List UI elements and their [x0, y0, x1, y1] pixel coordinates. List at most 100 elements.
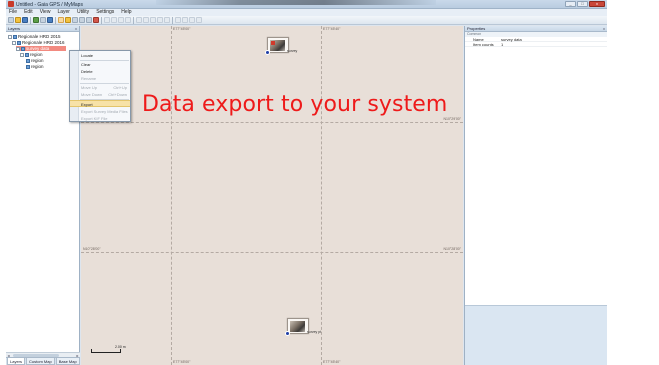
tab-layers[interactable]: Layers: [7, 358, 26, 365]
refresh-icon[interactable]: [93, 17, 99, 23]
import-icon[interactable]: [40, 17, 46, 23]
checkbox-icon[interactable]: [16, 46, 20, 51]
layer-tree-item[interactable]: region: [26, 64, 44, 69]
menu-item-export-kif[interactable]: Export KIF File: [70, 115, 130, 122]
menu-item-rename[interactable]: Rename: [70, 75, 130, 82]
draw-polygon-icon[interactable]: [118, 17, 124, 23]
menu-item-export[interactable]: Export: [70, 100, 130, 107]
info-icon[interactable]: [182, 17, 188, 23]
layer-tree-item[interactable]: Regionale HRD 2015: [8, 34, 61, 39]
layer-context-menu: Locate Clear Delete Rename Move Up Ctrl+U…: [69, 50, 131, 122]
menu-item-label: Export: [81, 102, 93, 107]
grid-line: [81, 252, 463, 253]
tab-base-map[interactable]: Base Map: [55, 358, 80, 365]
maximize-button[interactable]: □: [577, 1, 588, 7]
menu-bar: File Edit View Layer Utility Settings He…: [6, 9, 607, 16]
layer-tree-item[interactable]: region: [20, 52, 43, 57]
gps-icon[interactable]: [47, 17, 53, 23]
toolbar-separator: [133, 16, 134, 24]
select-tool-icon[interactable]: [58, 17, 64, 23]
move-icon[interactable]: [143, 17, 149, 23]
coord-label: E77°45'00": [173, 360, 191, 364]
flag-icon: [271, 41, 275, 45]
menu-item-locate[interactable]: Locate: [70, 52, 130, 59]
minimize-button[interactable]: _: [565, 1, 576, 7]
edit-vertex-icon[interactable]: [136, 17, 142, 23]
map-icon: [13, 34, 17, 39]
coord-label: N10°28'00": [443, 247, 461, 251]
measure-icon[interactable]: [125, 17, 131, 23]
rotate-icon[interactable]: [150, 17, 156, 23]
properties-panel-title: Properties: [467, 26, 486, 31]
menu-edit[interactable]: Edit: [24, 9, 33, 16]
layer-tree-item-selected[interactable]: survey data: [16, 46, 66, 51]
tab-custom-map[interactable]: Custom Map: [26, 358, 55, 365]
menu-item-label: Move Down: [81, 92, 103, 97]
draw-point-icon[interactable]: [104, 17, 110, 23]
toolbar-separator: [55, 16, 56, 24]
menu-item-delete[interactable]: Delete: [70, 68, 130, 75]
menu-item-label: Locate: [81, 53, 94, 58]
layers-panel-title: Layers: [8, 26, 21, 31]
photo-marker[interactable]: survey: [265, 37, 297, 55]
menu-shortcut: Ctrl+Down: [108, 92, 127, 97]
layer-label: region: [30, 52, 43, 57]
checkbox-icon[interactable]: [12, 40, 16, 45]
menu-utility[interactable]: Utility: [77, 9, 89, 16]
zoom-extent-icon[interactable]: [86, 17, 92, 23]
menu-settings[interactable]: Settings: [96, 9, 114, 16]
close-icon[interactable]: x: [603, 26, 605, 32]
layer-icon: [25, 52, 29, 57]
grid-line: [81, 122, 463, 123]
coord-label: N10°28'00": [83, 247, 101, 251]
folder-icon: [17, 40, 21, 45]
snap-icon[interactable]: [175, 17, 181, 23]
menu-help[interactable]: Help: [121, 9, 131, 16]
undo-icon[interactable]: [189, 17, 195, 23]
redo-icon[interactable]: [196, 17, 202, 23]
menu-layer[interactable]: Layer: [57, 9, 70, 16]
save-icon[interactable]: [22, 17, 28, 23]
property-value[interactable]: 1: [499, 42, 503, 47]
layer-tree-item[interactable]: region: [26, 58, 44, 63]
zoom-out-icon[interactable]: [79, 17, 85, 23]
split-icon[interactable]: [157, 17, 163, 23]
pan-tool-icon[interactable]: [65, 17, 71, 23]
layer-label: Regionale HRD 2015: [18, 34, 61, 39]
add-layer-icon[interactable]: [33, 17, 39, 23]
menu-file[interactable]: File: [9, 9, 17, 16]
property-key: Name: [473, 37, 484, 42]
property-row[interactable]: Item counts 1: [465, 42, 607, 47]
scale-label: 2.00 m: [115, 345, 126, 349]
menu-item-move-up[interactable]: Move Up Ctrl+Up: [70, 84, 130, 91]
new-icon[interactable]: [8, 17, 14, 23]
pin-icon: [265, 50, 270, 55]
title-bar-shade: [156, 0, 436, 5]
photo-marker[interactable]: survey pt: [285, 318, 321, 336]
layers-bottom-tabs: Layers Custom Map Base Map: [6, 357, 80, 365]
zoom-in-icon[interactable]: [72, 17, 78, 23]
menu-item-move-down[interactable]: Move Down Ctrl+Down: [70, 91, 130, 98]
marker-label: survey: [287, 49, 298, 53]
close-icon[interactable]: x: [75, 26, 77, 32]
map-canvas[interactable]: E77°45'00" E77°45'40" E77°45'00" E77°45'…: [81, 26, 463, 365]
layer-label: survey data: [26, 46, 50, 51]
overlay-caption: Data export to your system: [142, 92, 448, 117]
layer-tree-item[interactable]: Regionale HRD 2016: [12, 40, 65, 45]
open-folder-icon[interactable]: [15, 17, 21, 23]
merge-icon[interactable]: [164, 17, 170, 23]
coord-label: E77°45'00": [173, 27, 191, 31]
layer-label: Regionale HRD 2016: [22, 40, 65, 45]
menu-view[interactable]: View: [40, 9, 51, 16]
draw-line-icon[interactable]: [111, 17, 117, 23]
toolbar-separator: [101, 16, 102, 24]
menu-item-export-media[interactable]: Export Survey Media Files: [70, 108, 130, 115]
grid-line: [171, 26, 172, 365]
close-button[interactable]: x: [589, 1, 605, 7]
layer-icon: [26, 64, 30, 69]
checkbox-icon[interactable]: [20, 52, 24, 57]
checkbox-icon[interactable]: [8, 34, 12, 39]
property-value[interactable]: survey data: [499, 37, 522, 42]
layers-panel-header: Layers x: [6, 26, 79, 32]
menu-item-clear[interactable]: Clear: [70, 61, 130, 68]
